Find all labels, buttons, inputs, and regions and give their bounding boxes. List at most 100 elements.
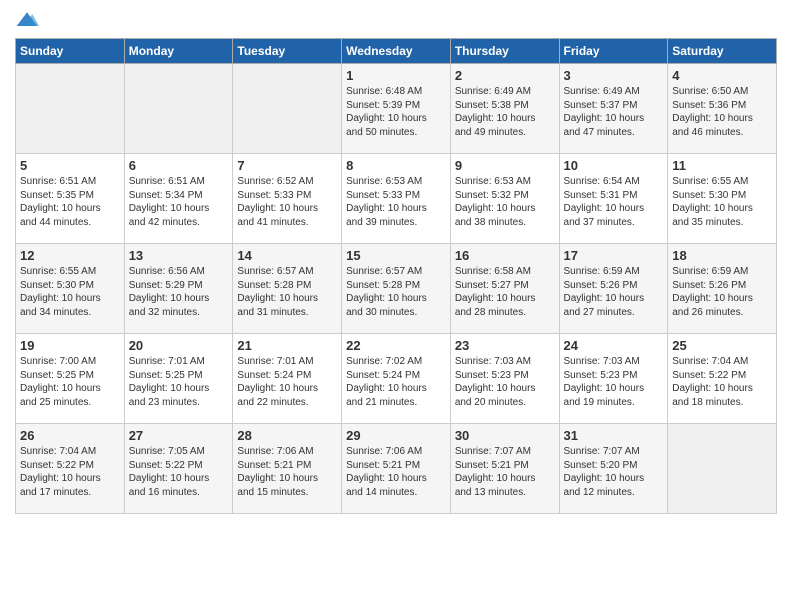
day-info: Sunrise: 7:06 AM Sunset: 5:21 PM Dayligh… [346,445,446,499]
day-info: Sunrise: 7:00 AM Sunset: 5:25 PM Dayligh… [20,355,120,409]
day-cell: 23 Sunrise: 7:03 AM Sunset: 5:23 PM Dayli… [450,334,559,424]
day-cell: 19 Sunrise: 7:00 AM Sunset: 5:25 PM Dayli… [16,334,125,424]
day-number: 17 [564,248,664,263]
day-number: 7 [237,158,337,173]
day-cell: 26 Sunrise: 7:04 AM Sunset: 5:22 PM Dayli… [16,424,125,514]
calendar-header: SundayMondayTuesdayWednesdayThursdayFrid… [16,39,777,64]
day-info: Sunrise: 7:03 AM Sunset: 5:23 PM Dayligh… [564,355,664,409]
day-cell: 6 Sunrise: 6:51 AM Sunset: 5:34 PM Daylig… [124,154,233,244]
day-info: Sunrise: 6:55 AM Sunset: 5:30 PM Dayligh… [672,175,772,229]
day-number: 19 [20,338,120,353]
day-cell: 31 Sunrise: 7:07 AM Sunset: 5:20 PM Dayli… [559,424,668,514]
day-cell: 21Sunrise: 7:01 AM Sunset: 5:24 PM Dayli… [233,334,342,424]
day-cell: 27 Sunrise: 7:05 AM Sunset: 5:22 PM Dayli… [124,424,233,514]
day-cell [668,424,777,514]
day-cell: 7 Sunrise: 6:52 AM Sunset: 5:33 PM Daylig… [233,154,342,244]
day-cell: 1Sunrise: 6:48 AM Sunset: 5:39 PM Daylig… [342,64,451,154]
day-cell: 24 Sunrise: 7:03 AM Sunset: 5:23 PM Dayli… [559,334,668,424]
day-info: Sunrise: 6:58 AM Sunset: 5:27 PM Dayligh… [455,265,555,319]
day-cell: 30 Sunrise: 7:07 AM Sunset: 5:21 PM Dayli… [450,424,559,514]
week-row-4: 19 Sunrise: 7:00 AM Sunset: 5:25 PM Dayli… [16,334,777,424]
header-cell-thursday: Thursday [450,39,559,64]
day-number: 25 [672,338,772,353]
day-number: 26 [20,428,120,443]
day-info: Sunrise: 6:54 AM Sunset: 5:31 PM Dayligh… [564,175,664,229]
day-info: Sunrise: 6:51 AM Sunset: 5:34 PM Dayligh… [129,175,229,229]
week-row-1: 1Sunrise: 6:48 AM Sunset: 5:39 PM Daylig… [16,64,777,154]
day-number: 8 [346,158,446,173]
page-header [15,10,777,30]
day-cell: 5Sunrise: 6:51 AM Sunset: 5:35 PM Daylig… [16,154,125,244]
day-info: Sunrise: 6:52 AM Sunset: 5:33 PM Dayligh… [237,175,337,229]
day-cell: 15Sunrise: 6:57 AM Sunset: 5:28 PM Dayli… [342,244,451,334]
day-number: 10 [564,158,664,173]
day-cell: 3 Sunrise: 6:49 AM Sunset: 5:37 PM Daylig… [559,64,668,154]
calendar-table: SundayMondayTuesdayWednesdayThursdayFrid… [15,38,777,514]
day-cell [233,64,342,154]
day-info: Sunrise: 6:53 AM Sunset: 5:33 PM Dayligh… [346,175,446,229]
logo-icon [15,10,39,30]
day-number: 31 [564,428,664,443]
calendar-body: 1Sunrise: 6:48 AM Sunset: 5:39 PM Daylig… [16,64,777,514]
day-cell: 20 Sunrise: 7:01 AM Sunset: 5:25 PM Dayli… [124,334,233,424]
day-cell: 17 Sunrise: 6:59 AM Sunset: 5:26 PM Dayli… [559,244,668,334]
day-cell: 4 Sunrise: 6:50 AM Sunset: 5:36 PM Daylig… [668,64,777,154]
day-number: 29 [346,428,446,443]
day-info: Sunrise: 7:01 AM Sunset: 5:25 PM Dayligh… [129,355,229,409]
day-number: 24 [564,338,664,353]
day-cell [124,64,233,154]
day-info: Sunrise: 6:53 AM Sunset: 5:32 PM Dayligh… [455,175,555,229]
day-number: 5 [20,158,120,173]
day-number: 6 [129,158,229,173]
header-cell-wednesday: Wednesday [342,39,451,64]
day-cell: 28 Sunrise: 7:06 AM Sunset: 5:21 PM Dayli… [233,424,342,514]
header-row: SundayMondayTuesdayWednesdayThursdayFrid… [16,39,777,64]
week-row-3: 12Sunrise: 6:55 AM Sunset: 5:30 PM Dayli… [16,244,777,334]
day-number: 28 [237,428,337,443]
day-number: 23 [455,338,555,353]
day-info: Sunrise: 7:06 AM Sunset: 5:21 PM Dayligh… [237,445,337,499]
day-number: 14 [237,248,337,263]
day-number: 16 [455,248,555,263]
day-cell: 16 Sunrise: 6:58 AM Sunset: 5:27 PM Dayli… [450,244,559,334]
day-cell: 10 Sunrise: 6:54 AM Sunset: 5:31 PM Dayli… [559,154,668,244]
day-info: Sunrise: 7:07 AM Sunset: 5:21 PM Dayligh… [455,445,555,499]
day-cell: 11Sunrise: 6:55 AM Sunset: 5:30 PM Dayli… [668,154,777,244]
day-info: Sunrise: 7:02 AM Sunset: 5:24 PM Dayligh… [346,355,446,409]
day-cell: 25 Sunrise: 7:04 AM Sunset: 5:22 PM Dayli… [668,334,777,424]
day-number: 13 [129,248,229,263]
day-number: 20 [129,338,229,353]
logo [15,10,43,30]
day-info: Sunrise: 6:49 AM Sunset: 5:37 PM Dayligh… [564,85,664,139]
day-cell: 2Sunrise: 6:49 AM Sunset: 5:38 PM Daylig… [450,64,559,154]
day-cell [16,64,125,154]
day-number: 22 [346,338,446,353]
header-cell-friday: Friday [559,39,668,64]
day-info: Sunrise: 7:01 AM Sunset: 5:24 PM Dayligh… [237,355,337,409]
day-info: Sunrise: 6:59 AM Sunset: 5:26 PM Dayligh… [564,265,664,319]
day-info: Sunrise: 7:05 AM Sunset: 5:22 PM Dayligh… [129,445,229,499]
day-cell: 13Sunrise: 6:56 AM Sunset: 5:29 PM Dayli… [124,244,233,334]
day-number: 9 [455,158,555,173]
day-info: Sunrise: 7:04 AM Sunset: 5:22 PM Dayligh… [672,355,772,409]
day-info: Sunrise: 7:03 AM Sunset: 5:23 PM Dayligh… [455,355,555,409]
day-info: Sunrise: 6:55 AM Sunset: 5:30 PM Dayligh… [20,265,120,319]
week-row-2: 5Sunrise: 6:51 AM Sunset: 5:35 PM Daylig… [16,154,777,244]
week-row-5: 26 Sunrise: 7:04 AM Sunset: 5:22 PM Dayli… [16,424,777,514]
day-info: Sunrise: 7:04 AM Sunset: 5:22 PM Dayligh… [20,445,120,499]
header-cell-tuesday: Tuesday [233,39,342,64]
day-number: 27 [129,428,229,443]
day-info: Sunrise: 6:57 AM Sunset: 5:28 PM Dayligh… [237,265,337,319]
day-cell: 18Sunrise: 6:59 AM Sunset: 5:26 PM Dayli… [668,244,777,334]
day-number: 4 [672,68,772,83]
day-number: 2 [455,68,555,83]
day-number: 30 [455,428,555,443]
day-cell: 12Sunrise: 6:55 AM Sunset: 5:30 PM Dayli… [16,244,125,334]
day-cell: 8 Sunrise: 6:53 AM Sunset: 5:33 PM Daylig… [342,154,451,244]
day-info: Sunrise: 6:50 AM Sunset: 5:36 PM Dayligh… [672,85,772,139]
day-info: Sunrise: 7:07 AM Sunset: 5:20 PM Dayligh… [564,445,664,499]
header-cell-monday: Monday [124,39,233,64]
day-number: 3 [564,68,664,83]
header-cell-sunday: Sunday [16,39,125,64]
day-info: Sunrise: 6:59 AM Sunset: 5:26 PM Dayligh… [672,265,772,319]
